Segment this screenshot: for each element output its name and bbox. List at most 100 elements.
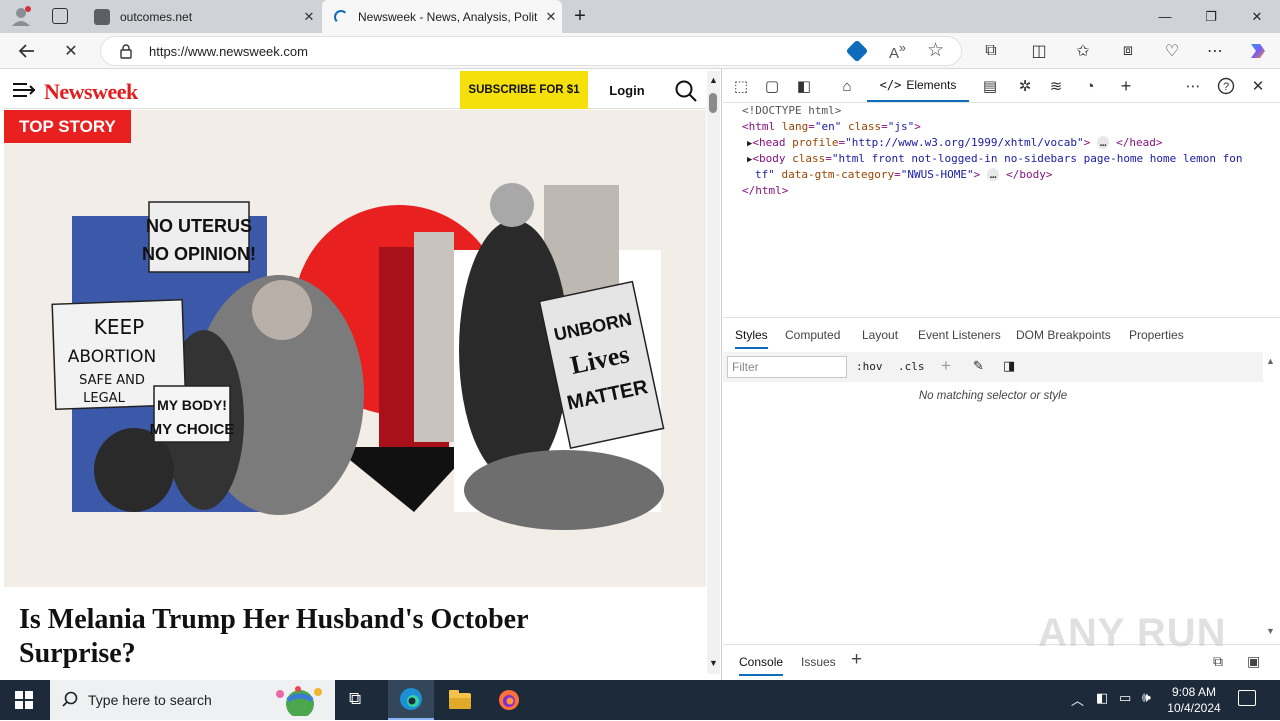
help-icon[interactable]: ? (1214, 74, 1238, 98)
tab-event-listeners[interactable]: Event Listeners (918, 328, 1001, 342)
tab-outcomes[interactable]: outcomes.net ✕ (84, 0, 320, 33)
more-tools-plus-icon[interactable]: + (1114, 74, 1138, 98)
split-screen-icon[interactable]: ◫ (1024, 36, 1054, 66)
scroll-up-arrow-icon[interactable]: ▲ (709, 75, 718, 85)
clock-time: 9:08 AM (1171, 685, 1217, 699)
customize-more-icon[interactable]: ⋯ (1181, 74, 1205, 98)
shopping-tag-icon[interactable] (845, 39, 869, 63)
minimize-icon[interactable]: — (1142, 0, 1188, 33)
dom-line[interactable]: </html> (742, 183, 788, 199)
collections-icon[interactable]: ⧈ (1113, 36, 1143, 66)
copilot-icon[interactable] (1243, 36, 1273, 66)
sign-text: SAFE AND (79, 373, 145, 388)
sign-text: MY BODY! (157, 397, 227, 413)
taskbar-search-box[interactable]: Type here to search (50, 680, 335, 720)
console-panel-icon[interactable]: ▤ (978, 74, 1002, 98)
tab-actions-icon[interactable] (52, 8, 68, 24)
tab-newsweek[interactable]: Newsweek - News, Analysis, Polit ✕ (322, 0, 562, 33)
meet-now-icon[interactable]: ◧ (1096, 690, 1108, 706)
dom-line[interactable]: <!DOCTYPE html> (742, 103, 841, 119)
paint-brush-icon[interactable]: ✎ (973, 358, 984, 374)
sign-text: ABORTION (68, 347, 156, 367)
edge-taskbar-icon[interactable] (388, 680, 434, 720)
page-scrollbar[interactable]: ▲ ▼ (707, 71, 720, 674)
cls-toggle[interactable]: .cls (898, 360, 925, 373)
styles-scroll-down-icon[interactable]: ▼ (1266, 626, 1275, 636)
collage-image: NO UTERUS NO OPINION! KEEP ABORTION SAFE… (51, 183, 665, 530)
system-clock[interactable]: 9:08 AM 10/4/2024 (1164, 684, 1224, 716)
top-story-hero[interactable]: NO UTERUS NO OPINION! KEEP ABORTION SAFE… (4, 110, 706, 587)
inspect-element-icon[interactable]: ⬚ (729, 74, 753, 98)
file-explorer-icon[interactable] (449, 690, 471, 713)
tab-issues[interactable]: Issues (801, 655, 836, 669)
close-tab-icon[interactable]: ✕ (298, 9, 320, 25)
tab-elements[interactable]: </> Elements (867, 69, 969, 102)
back-icon[interactable] (12, 36, 42, 66)
windows-start-icon[interactable] (15, 691, 33, 712)
tab-layout[interactable]: Layout (862, 328, 898, 342)
doctype-text: <!DOCTYPE html> (742, 104, 842, 117)
profile-avatar-icon[interactable] (10, 5, 32, 27)
favorite-star-icon[interactable]: ☆ (927, 39, 944, 62)
menu-icon[interactable] (13, 82, 36, 98)
new-rule-plus-icon[interactable]: + (941, 356, 951, 376)
device-emulation-icon[interactable]: ▢ (760, 74, 784, 98)
tab-dom-breakpoints[interactable]: DOM Breakpoints (1016, 328, 1111, 342)
network-icon[interactable]: ▭ (1119, 690, 1131, 706)
top-story-badge[interactable]: TOP STORY (4, 110, 131, 143)
lock-icon[interactable] (119, 43, 133, 62)
scroll-down-arrow-icon[interactable]: ▼ (709, 658, 718, 668)
attr-name: class (792, 152, 826, 165)
filter-input[interactable]: Filter (727, 356, 847, 378)
close-drawer-icon[interactable]: ▣ (1247, 653, 1260, 670)
network-wifi-icon[interactable]: ≋ (1044, 74, 1068, 98)
tab-properties[interactable]: Properties (1129, 328, 1184, 342)
read-aloud-icon[interactable]: A» (889, 41, 906, 62)
styles-scroll-up-icon[interactable]: ▲ (1266, 356, 1275, 366)
collapsed-ellipsis[interactable]: … (986, 168, 1000, 181)
sources-bug-icon[interactable]: ✲ (1013, 74, 1037, 98)
show-hidden-icons-chevron-icon[interactable]: ︿ (1071, 690, 1084, 709)
collapsed-ellipsis[interactable]: … (1096, 136, 1110, 149)
stop-loading-icon[interactable]: ✕ (56, 36, 86, 66)
scrollbar-thumb[interactable] (709, 93, 717, 113)
toggle-sidebar-icon[interactable]: ◨ (1003, 358, 1015, 374)
firefox-icon[interactable] (498, 689, 520, 714)
favorites-icon[interactable]: ✩ (1068, 36, 1098, 66)
close-tab-icon[interactable]: ✕ (540, 9, 562, 25)
notifications-icon[interactable] (1238, 690, 1256, 706)
subscribe-button[interactable]: SUBSCRIBE FOR $1 (460, 71, 588, 109)
newsweek-logo[interactable]: Newsweek (44, 79, 138, 105)
url-text[interactable]: https://www.newsweek.com (149, 44, 308, 59)
search-highlight-globe-icon (268, 684, 330, 718)
search-icon[interactable] (674, 79, 698, 103)
more-menu-icon[interactable]: ⋯ (1200, 36, 1230, 66)
tab-console[interactable]: Console (739, 655, 784, 676)
close-devtools-icon[interactable]: ✕ (1246, 74, 1270, 98)
svg-text:?: ? (1223, 81, 1229, 93)
window-close-icon[interactable]: ✕ (1234, 0, 1280, 33)
volume-icon[interactable]: 🕪 (1142, 689, 1151, 706)
address-box[interactable]: https://www.newsweek.com A» ☆ (100, 36, 962, 66)
close-tag: </head> (1116, 136, 1163, 149)
dom-line-body[interactable]: ▶<body class="html front not-logged-in n… (747, 151, 1243, 168)
tab-styles[interactable]: Styles (735, 328, 768, 349)
restore-icon[interactable]: ❐ (1188, 0, 1234, 33)
welcome-home-icon[interactable]: ⌂ (835, 74, 859, 98)
dom-line-head[interactable]: ▶<head profile="http://www.w3.org/1999/x… (747, 135, 1162, 152)
headline-link[interactable]: Is Melania Trump Her Husband's October S… (19, 603, 619, 671)
task-view-icon[interactable]: ⧉ (349, 689, 361, 709)
dom-line[interactable]: <html lang="en" class="js"> (742, 119, 921, 135)
browser-essentials-icon[interactable]: ♡ (1157, 36, 1187, 66)
new-tab-icon[interactable]: + (568, 4, 592, 28)
add-drawer-tab-icon[interactable]: + (851, 649, 862, 671)
tab-computed[interactable]: Computed (785, 328, 840, 342)
sign-text: LEGAL (83, 391, 125, 406)
performance-icon[interactable]: ◔ (1078, 74, 1102, 98)
hov-toggle[interactable]: :hov (856, 360, 883, 373)
login-button[interactable]: Login (600, 71, 654, 109)
dock-side-icon[interactable]: ◧ (792, 74, 816, 98)
extensions-icon[interactable]: ⧉ (976, 36, 1006, 66)
sign-text: KEEP (94, 315, 144, 339)
dom-line-body-cont[interactable]: tf" data-gtm-category="NWUS-HOME"> … </b… (755, 167, 1052, 183)
